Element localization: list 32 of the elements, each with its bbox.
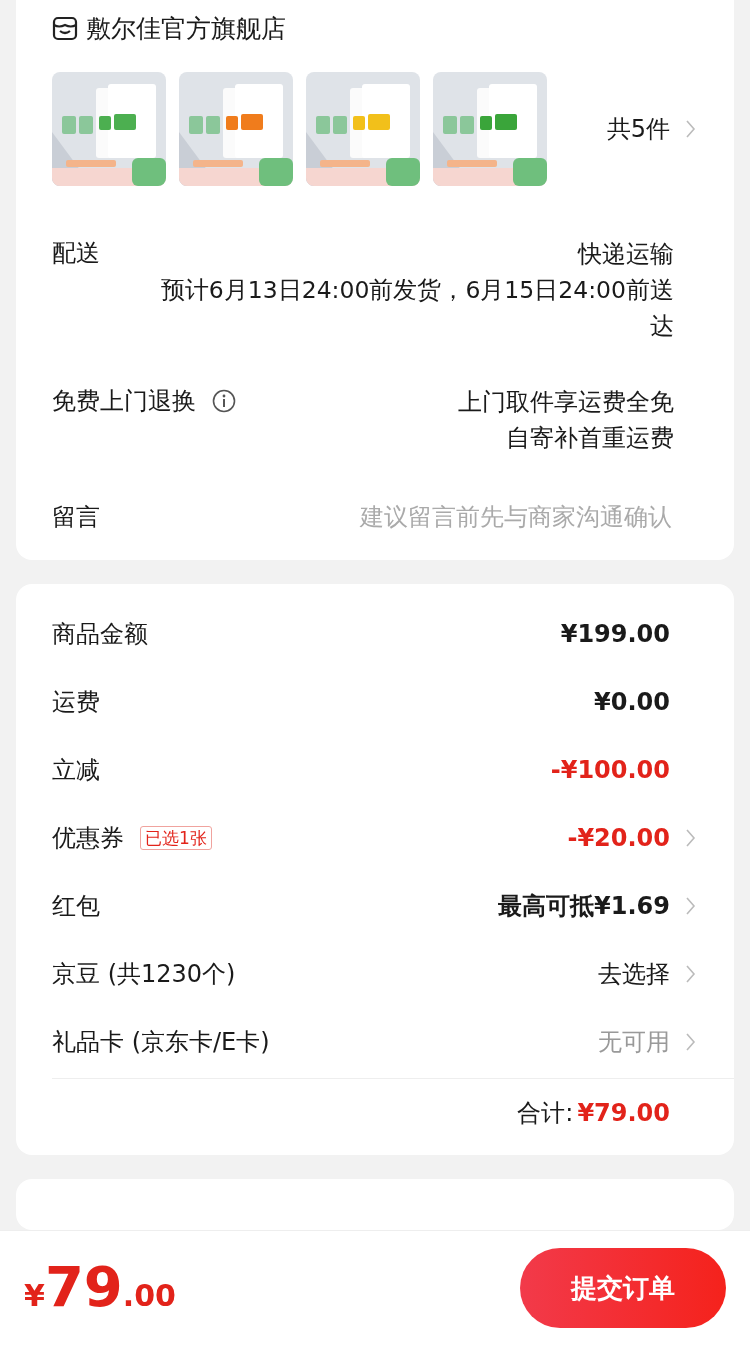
- row-label: 配送: [52, 237, 100, 269]
- total-label: 合计:: [517, 1097, 574, 1129]
- info-icon: [212, 388, 236, 413]
- row-value: ¥199.00: [560, 618, 670, 650]
- row-value: 自寄补首重运费: [505, 422, 674, 454]
- row-label: 商品金额: [52, 618, 148, 650]
- row-label: 免费上门退换: [52, 385, 196, 417]
- store-icon: [52, 16, 78, 42]
- message-field[interactable]: 建议留言前先与商家沟通确认: [274, 497, 674, 536]
- submit-button[interactable]: 提交订单: [520, 1248, 726, 1328]
- row-value: -¥100.00: [550, 754, 670, 786]
- row-value[interactable]: 去选择: [598, 956, 670, 991]
- row-value[interactable]: 最高可抵¥1.69: [498, 888, 670, 923]
- total-value: ¥79.00: [577, 1097, 670, 1129]
- item-count[interactable]: 共5件: [606, 111, 670, 146]
- row-value: 快递运输: [576, 238, 674, 270]
- row-label: 礼品卡 (京东卡/E卡): [52, 1026, 270, 1058]
- total-price: 79: [44, 1258, 123, 1315]
- row-label: 优惠券: [52, 822, 124, 854]
- row-label: 留言: [52, 501, 100, 533]
- row-label: 立减: [52, 754, 100, 786]
- currency-symbol: ¥: [24, 1277, 45, 1315]
- store-name[interactable]: 敷尔佳官方旗舰店: [86, 10, 286, 48]
- row-value[interactable]: -¥20.00: [567, 820, 670, 855]
- price-decimals: .00: [122, 1276, 176, 1315]
- row-label: 运费: [52, 686, 100, 718]
- row-value: 上门取件享运费全免: [458, 386, 674, 418]
- row-value: ¥0.00: [594, 686, 670, 718]
- coupon-tag: 已选1张: [140, 825, 212, 850]
- row-label: 京豆 (共1230个): [52, 958, 236, 990]
- row-label: 红包: [52, 890, 100, 922]
- row-value: 预计6月13日24:00前发货，6月15日24:00前送达: [159, 274, 674, 342]
